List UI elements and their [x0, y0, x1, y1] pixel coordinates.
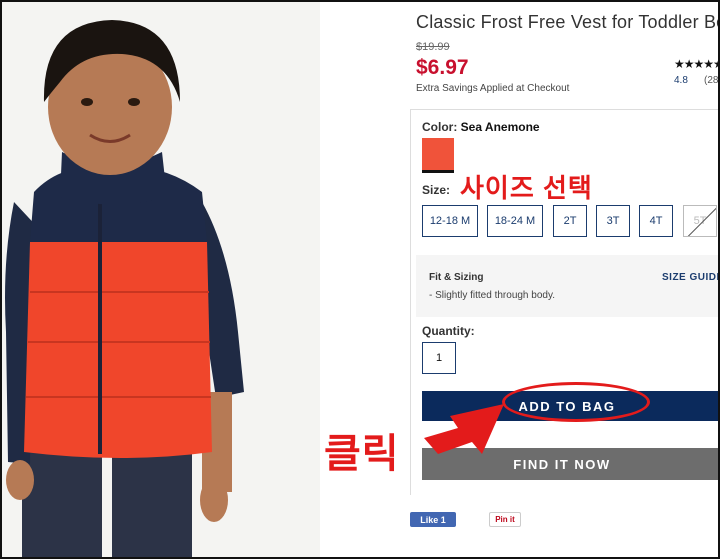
product-rating[interactable]: ★★★★★ 4.8 (28: [674, 57, 720, 86]
fit-sizing-title: Fit & Sizing: [429, 272, 484, 283]
review-count[interactable]: (28: [704, 75, 718, 86]
product-photo: [2, 2, 320, 557]
add-to-bag-label: ADD TO BAG: [518, 398, 616, 414]
pinterest-pin-label: Pin it: [495, 515, 515, 524]
quantity-input[interactable]: 1: [422, 342, 456, 374]
annotation-arrow-icon: [424, 404, 504, 454]
size-option-2t[interactable]: 2T: [553, 205, 587, 237]
pinterest-pin-button[interactable]: Pin it: [489, 512, 521, 527]
size-option-5t-unavailable: 5T: [683, 205, 717, 237]
facebook-like-label: Like 1: [420, 514, 446, 525]
product-title: Classic Frost Free Vest for Toddler Boys: [416, 12, 720, 32]
rating-stars-icon: ★★★★★: [674, 57, 720, 71]
fit-sizing-text: - Slightly fitted through body.: [429, 290, 555, 301]
facebook-like-button[interactable]: Like 1: [410, 512, 456, 527]
annotation-click: 클릭: [324, 432, 400, 476]
size-option-4t[interactable]: 4T: [639, 205, 673, 237]
savings-note: Extra Savings Applied at Checkout: [416, 83, 570, 94]
size-option-12-18m[interactable]: 12-18 M: [422, 205, 478, 237]
color-value: Sea Anemone: [460, 120, 540, 134]
size-option-3t[interactable]: 3T: [596, 205, 630, 237]
color-label-text: Color:: [422, 120, 458, 134]
quantity-label: Quantity:: [422, 324, 475, 338]
size-guide-link[interactable]: SIZE GUIDE: [662, 272, 718, 283]
annotation-select-size: 사이즈 선택: [460, 173, 593, 203]
size-option-18-24m[interactable]: 18-24 M: [487, 205, 543, 237]
size-label: Size:: [422, 183, 451, 197]
rating-score: 4.8: [674, 75, 688, 86]
original-price: $19.99: [416, 41, 450, 53]
sale-price: $6.97: [416, 56, 469, 79]
screenshot-frame: Classic Frost Free Vest for Toddler Boys…: [0, 0, 720, 559]
unavailable-slash-icon: [686, 206, 716, 236]
color-label: Color: Sea Anemone: [422, 120, 540, 134]
fit-sizing-box: [416, 255, 718, 317]
color-swatch-sea-anemone[interactable]: [422, 138, 454, 173]
